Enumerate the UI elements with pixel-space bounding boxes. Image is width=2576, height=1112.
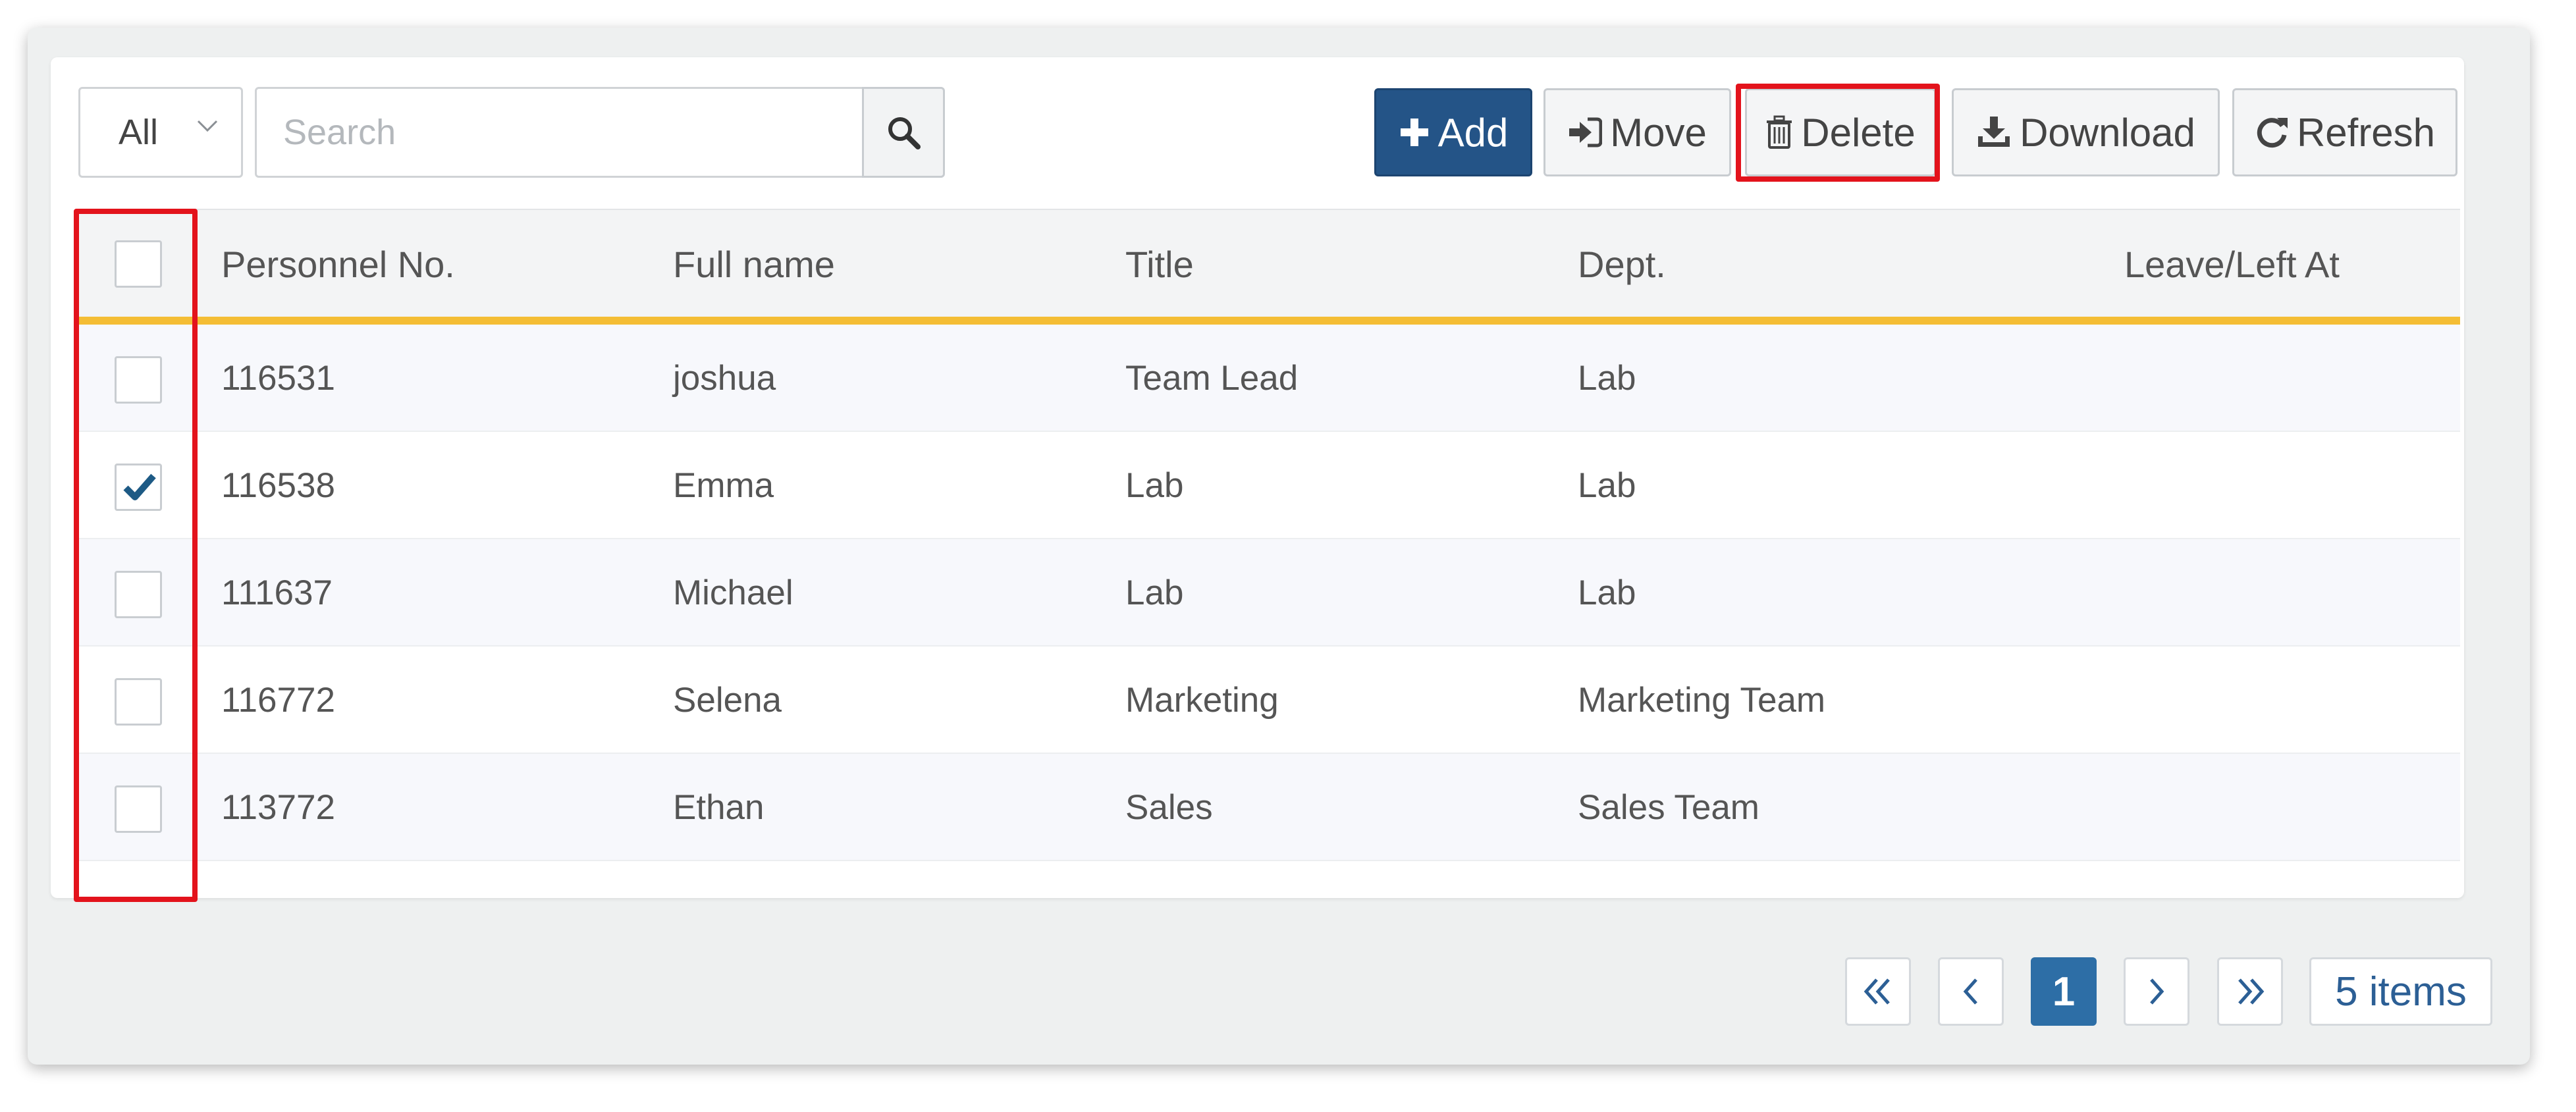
cell-personnel-no: 116531 [221,359,335,398]
cell-title: Lab [1125,573,1184,612]
next-page-button[interactable] [2124,957,2189,1026]
column-header-personnel-no[interactable]: Personnel No. [221,210,455,318]
cell-dept: Lab [1578,573,1636,612]
cell-title: Team Lead [1125,359,1299,398]
chevron-down-icon [197,120,218,132]
search-input[interactable] [282,111,835,153]
checkbox-column-highlight [74,209,198,902]
first-page-button[interactable] [1845,957,1911,1026]
cell-personnel-no: 113772 [221,788,335,827]
cell-dept: Lab [1578,359,1636,398]
table-card: All Add Move [51,57,2464,898]
last-page-button[interactable] [2217,957,2283,1026]
refresh-button-label: Refresh [2296,110,2436,155]
cell-full-name: Michael [673,573,793,612]
column-header-leave-left-at[interactable]: Leave/Left At [2124,210,2340,318]
cell-full-name: Ethan [673,788,765,827]
move-button-label: Move [1610,110,1707,155]
chevron-right-icon [2150,978,2164,1005]
search-button[interactable] [862,87,945,178]
table-row[interactable]: 116531 joshua Team Lead Lab [78,325,2460,432]
cell-dept: Sales Team [1578,788,1759,827]
cell-full-name: Selena [673,681,782,720]
filter-select[interactable]: All [78,87,243,178]
table-row[interactable]: 113772 Ethan Sales Sales Team [78,754,2460,861]
window-panel: All Add Move [28,28,2530,1065]
download-icon [1978,117,2010,147]
cell-dept: Marketing Team [1578,681,1826,720]
table-row[interactable]: 116772 Selena Marketing Marketing Team [78,647,2460,754]
search-box [255,87,864,178]
previous-page-button[interactable] [1938,957,2004,1026]
cell-personnel-no: 116772 [221,681,335,720]
delete-button-highlight [1736,84,1940,182]
sign-in-arrow-icon [1569,117,1603,147]
cell-personnel-no: 111637 [221,573,333,612]
table-header: Personnel No. Full name Title Dept. Leav… [78,209,2460,325]
move-button[interactable]: Move [1543,88,1731,176]
download-button-label: Download [2020,110,2195,155]
download-button[interactable]: Download [1952,88,2220,176]
search-icon [888,117,921,149]
column-header-full-name[interactable]: Full name [673,210,835,318]
cell-full-name: Emma [673,466,774,505]
page-number-current[interactable]: 1 [2031,957,2097,1026]
cell-full-name: joshua [673,359,776,398]
filter-select-value: All [119,113,159,152]
cell-title: Marketing [1125,681,1279,720]
add-button[interactable]: Add [1374,88,1532,176]
chevron-left-icon [1963,978,1977,1005]
items-count: 5 items [2309,957,2492,1026]
refresh-button[interactable]: Refresh [2232,88,2457,176]
column-header-dept[interactable]: Dept. [1578,210,1666,318]
cell-title: Lab [1125,466,1184,505]
column-header-title[interactable]: Title [1125,210,1194,318]
cell-personnel-no: 116538 [221,466,335,505]
add-button-label: Add [1437,110,1509,155]
cell-dept: Lab [1578,466,1636,505]
refresh-icon [2257,118,2288,148]
table-row[interactable]: 111637 Michael Lab Lab [78,539,2460,647]
plus-icon [1400,119,1428,146]
cell-title: Sales [1125,788,1213,827]
double-chevron-right-icon [2238,978,2265,1005]
double-chevron-left-icon [1864,978,1890,1005]
table-row[interactable]: 116538 Emma Lab Lab [78,432,2460,539]
